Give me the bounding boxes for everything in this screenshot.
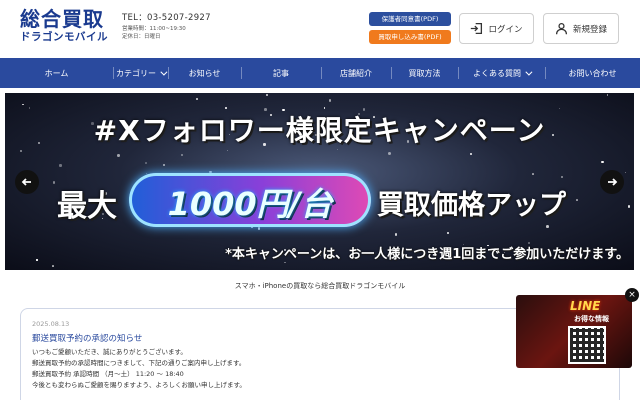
sparkle-decoration — [59, 164, 62, 167]
nav-label: ホーム — [44, 68, 69, 78]
carousel-next-button[interactable] — [600, 170, 624, 194]
banner-offer-row: 最大 1000円/台 買取価格アップ — [5, 171, 634, 231]
sparkle-decoration — [328, 99, 332, 103]
site-logo[interactable]: 総合買取 ドラゴンモバイル — [20, 8, 108, 44]
login-button[interactable]: ログイン — [459, 13, 534, 44]
sparkle-decoration — [52, 265, 55, 268]
nav-label: 買取方法 — [408, 68, 441, 78]
news-body-line: 郵送買取予約の承認時間につきまして、下記の通りご案内申し上げます。 — [32, 359, 246, 367]
carousel-prev-button[interactable] — [15, 170, 39, 194]
nav-item-news[interactable]: お知らせ — [168, 58, 241, 88]
contact-info: TEL：03-5207-2927 営業時間：11:00~19:30 定休日：日曜… — [122, 12, 211, 41]
nav-item-category[interactable]: カテゴリー — [113, 58, 168, 88]
sparkle-decoration — [117, 153, 120, 157]
register-label: 新規登録 — [572, 24, 607, 35]
nav-item-shop[interactable]: 店舗紹介 — [321, 58, 391, 88]
sparkle-decoration — [180, 154, 183, 157]
sparkle-decoration — [469, 152, 472, 155]
nav-label: よくある質問 — [473, 68, 521, 78]
site-header: 総合買取 ドラゴンモバイル TEL：03-5207-2927 営業時間：11:0… — [0, 0, 640, 57]
sparkle-decoration — [22, 103, 24, 106]
sparkle-decoration — [20, 150, 23, 153]
nav-item-method[interactable]: 買取方法 — [391, 58, 458, 88]
nav-item-faq[interactable]: よくある質問 — [458, 58, 545, 88]
sparkle-decoration — [394, 232, 398, 236]
nav-label: お問い合わせ — [568, 68, 617, 78]
sparkle-decoration — [388, 152, 392, 155]
nav-label: お知らせ — [188, 68, 221, 78]
closed-day: 定休日：日曜日 — [122, 34, 161, 40]
news-title-link[interactable]: 郵送買取予約の承認の知らせ — [32, 332, 142, 344]
arrow-right-icon — [608, 178, 618, 186]
news-date: 2025.08.13 — [32, 320, 70, 328]
logo-main-text: 総合買取 — [20, 7, 104, 31]
qr-code-image — [568, 326, 606, 364]
arrow-left-icon — [21, 178, 31, 186]
login-label: ログイン — [488, 24, 523, 35]
banner-title: #Xフォロワー様限定キャンペーン — [93, 114, 546, 147]
popup-close-button[interactable]: × — [625, 288, 639, 302]
popup-subtitle: お得な情報 — [574, 315, 609, 323]
nav-item-articles[interactable]: 記事 — [241, 58, 321, 88]
nav-label: カテゴリー — [116, 68, 156, 78]
purchase-application-pdf-button[interactable]: 買取申し込み書(PDF) — [369, 30, 451, 44]
line-popup[interactable]: LINE お得な情報 — [516, 295, 632, 368]
banner-right-text: 買取価格アップ — [377, 190, 566, 221]
news-body-line: 今後とも変わらぬご愛顧を賜りますよう、よろしくお願い申し上げます。 — [32, 381, 246, 389]
sparkle-decoration — [145, 162, 148, 164]
news-body-line: 郵送買取予約 承認時間 （月〜土） 11:20 〜 18:40 — [32, 370, 184, 378]
chevron-down-icon — [525, 68, 533, 76]
site-tagline: スマホ・iPhoneの買取なら総合買取ドラゴンモバイル — [234, 282, 406, 290]
banner-badge-text: 1000円/台 — [167, 185, 333, 223]
nav-item-contact[interactable]: お問い合わせ — [545, 58, 640, 88]
banner-badge: 1000円/台 — [129, 173, 371, 227]
sparkle-decoration — [265, 94, 268, 97]
sparkle-decoration — [284, 262, 286, 264]
user-icon — [555, 22, 568, 35]
campaign-banner[interactable]: #Xフォロワー様限定キャンペーン 最大 1000円/台 買取価格アップ *本キャ… — [5, 93, 634, 270]
parental-consent-pdf-button[interactable]: 保護者同意書(PDF) — [369, 12, 451, 26]
sparkle-decoration — [601, 160, 605, 164]
main-nav: ホーム カテゴリー お知らせ 記事 店舗紹介 買取方法 よくある質問 お問い合わ… — [0, 58, 640, 88]
nav-label: 店舗紹介 — [340, 68, 372, 78]
nav-label: 記事 — [273, 68, 289, 78]
news-body-line: いつもご愛顧いただき、誠にありがとうございます。 — [32, 348, 187, 356]
sparkle-decoration — [226, 149, 229, 152]
popup-title: LINE — [570, 299, 601, 313]
business-hours: 営業時間：11:00~19:30 — [122, 26, 186, 32]
nav-item-home[interactable]: ホーム — [0, 58, 113, 88]
sparkle-decoration — [447, 232, 450, 235]
sparkle-decoration — [162, 164, 165, 167]
register-button[interactable]: 新規登録 — [543, 13, 619, 44]
sparkle-decoration — [606, 94, 609, 96]
banner-note: *本キャンペーンは、お一人様につき週1回までご参加いただけます。 — [225, 247, 629, 262]
sparkle-decoration — [196, 98, 198, 100]
phone-number[interactable]: TEL：03-5207-2927 — [122, 12, 211, 25]
login-icon — [471, 22, 483, 35]
chevron-down-icon — [160, 68, 168, 76]
logo-sub-text: ドラゴンモバイル — [20, 31, 108, 43]
banner-left-text: 最大 — [57, 189, 117, 224]
